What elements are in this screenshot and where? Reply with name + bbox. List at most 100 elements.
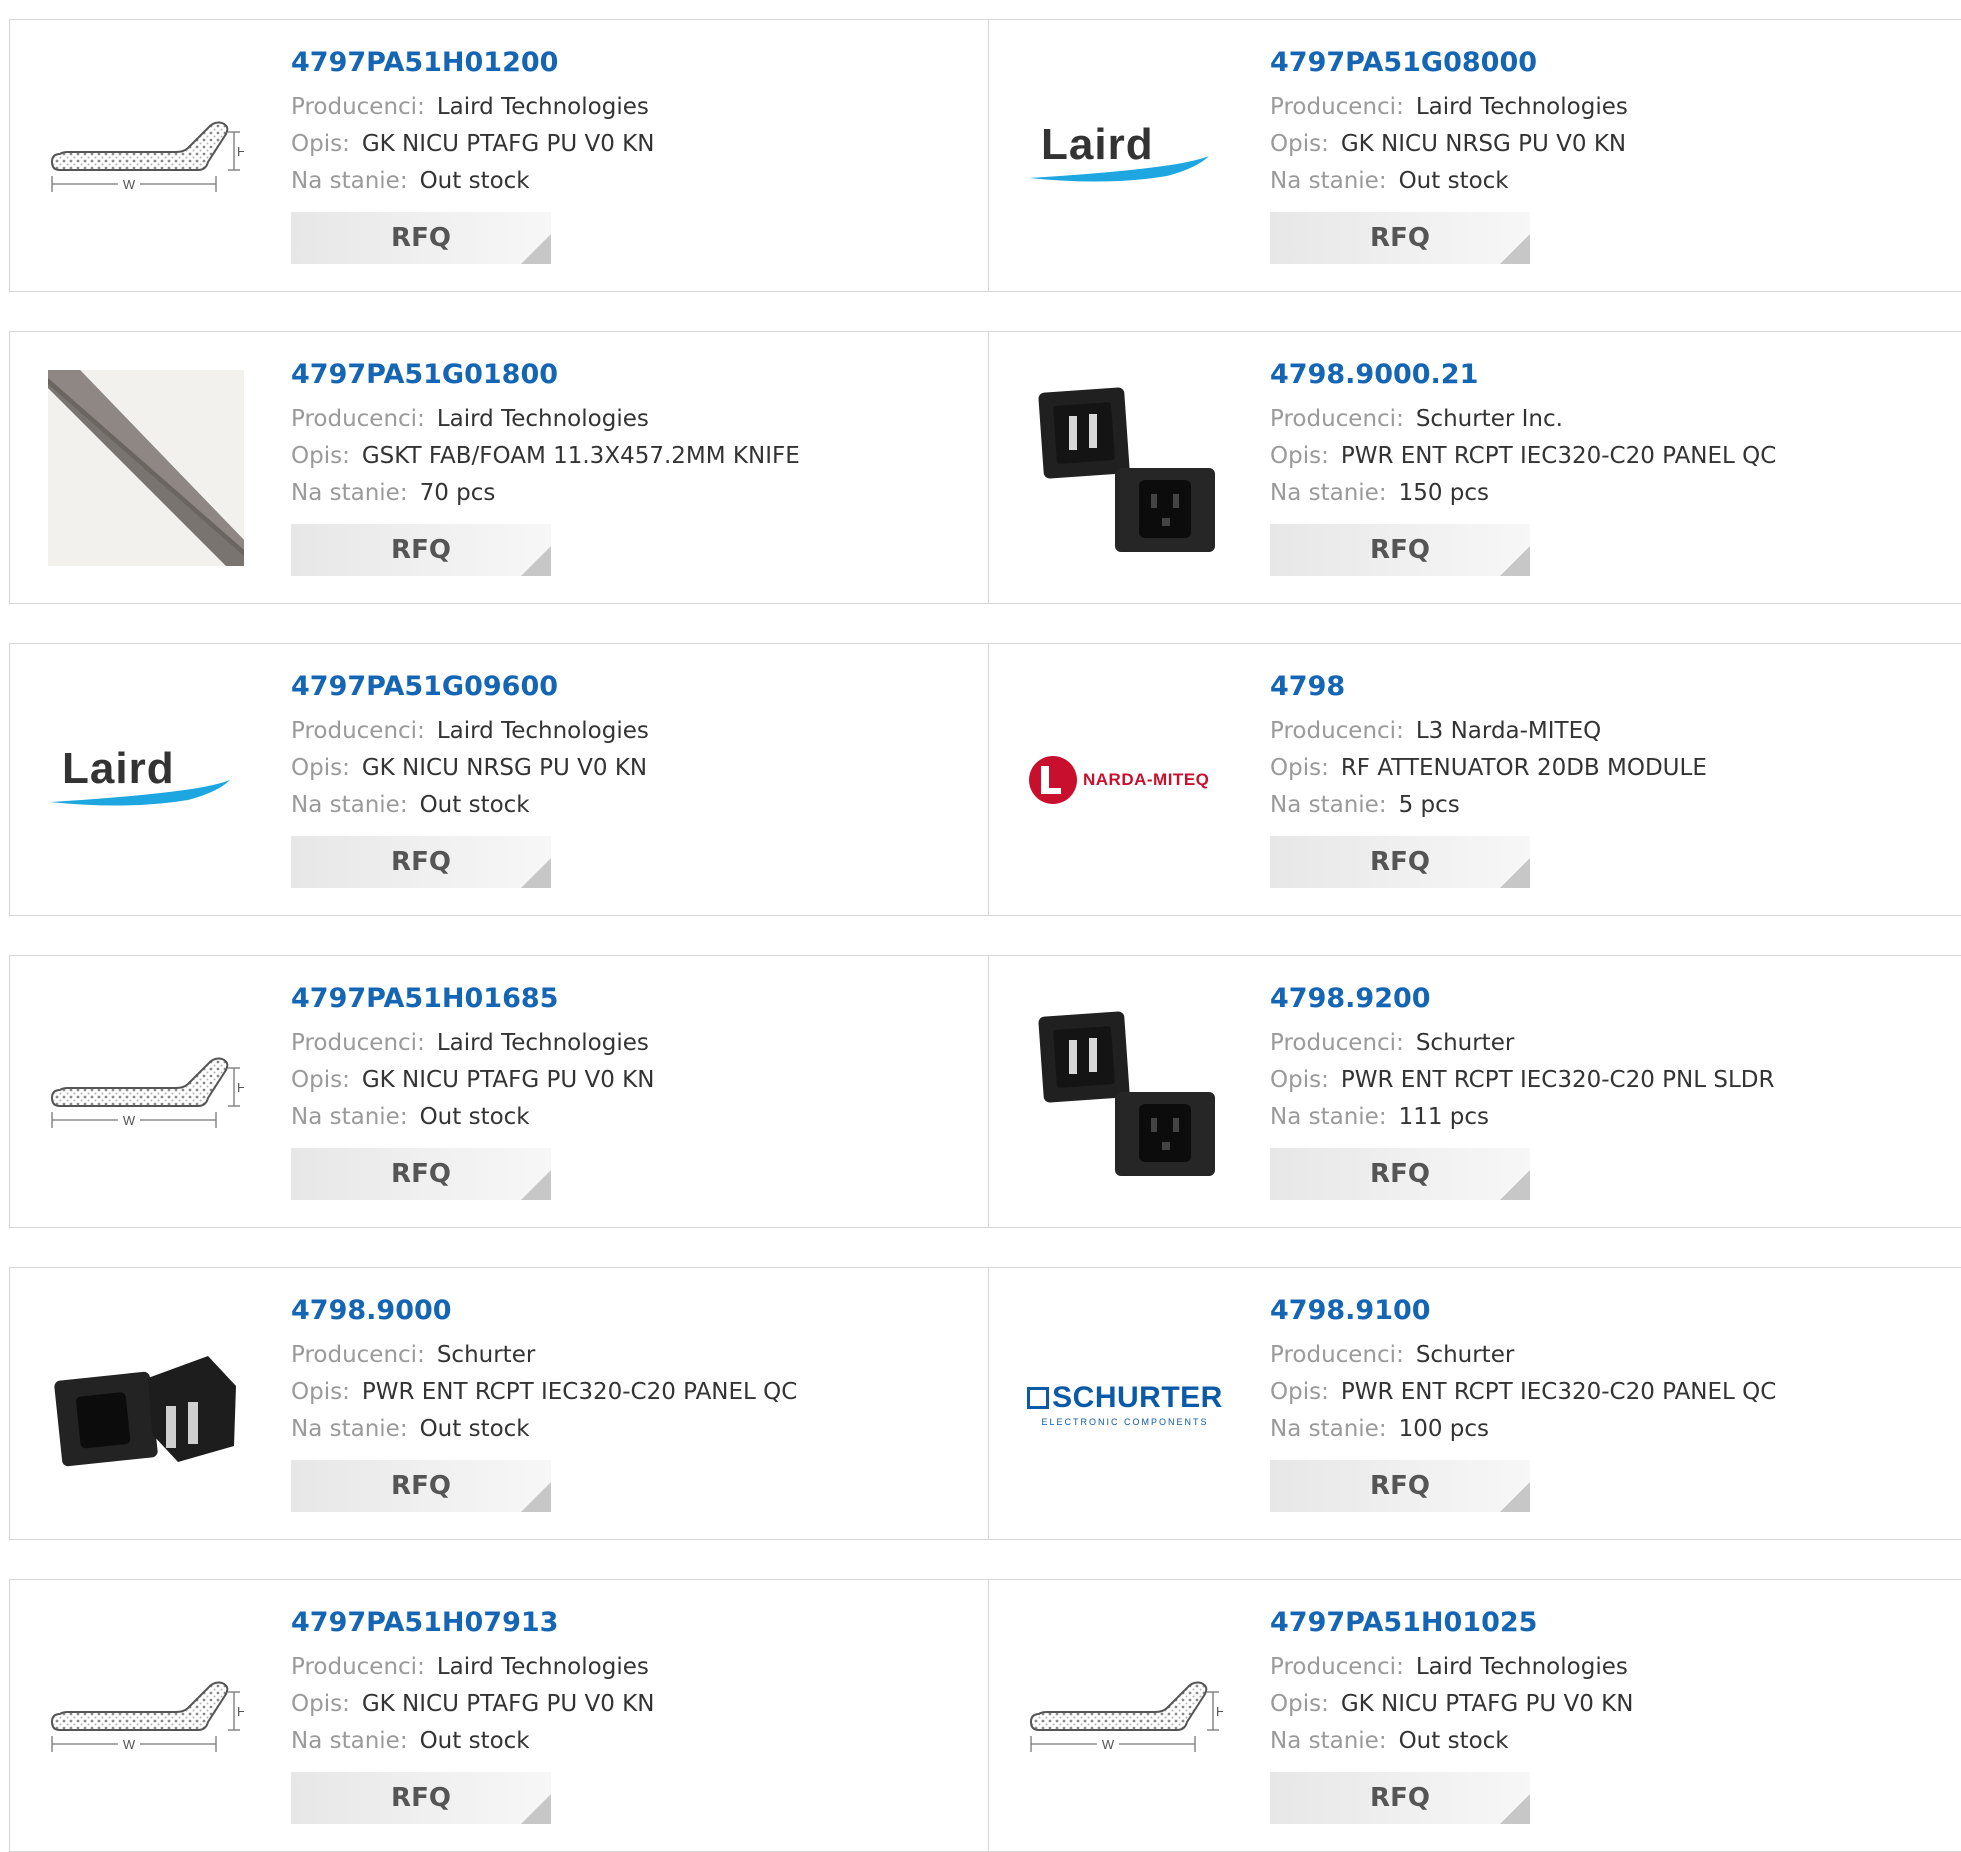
description-value: GK NICU PTAFG PU V0 KN xyxy=(361,131,655,157)
product-image[interactable]: SCHURTER ELECTRONIC COMPONENTS xyxy=(1027,1306,1223,1502)
product-image[interactable]: W H xyxy=(48,994,244,1190)
product-card: W H 4797PA51H01685 Producenci: Laird Tech… xyxy=(10,956,988,1227)
rfq-button[interactable]: RFQ xyxy=(1270,836,1530,888)
product-image[interactable] xyxy=(1027,370,1223,566)
manufacturer-row: Producenci: Schurter xyxy=(1270,1337,1776,1374)
rfq-button[interactable]: RFQ xyxy=(291,524,551,576)
corner-triangle-icon xyxy=(1500,1170,1530,1200)
product-card: W H 4797PA51H01200 Producenci: Laird Tech… xyxy=(10,20,988,291)
part-number-link[interactable]: 4798.9200 xyxy=(1270,982,1774,1016)
product-image[interactable]: NARDA-MITEQ xyxy=(1027,682,1223,878)
svg-text:W: W xyxy=(1102,1737,1115,1752)
product-row: 4797PA51G01800 Producenci: Laird Technolo… xyxy=(9,331,1961,604)
rfq-button[interactable]: RFQ xyxy=(1270,1148,1530,1200)
product-image[interactable]: Laird xyxy=(1027,58,1223,254)
description-value: GK NICU PTAFG PU V0 KN xyxy=(361,1067,655,1093)
stock-row: Na stanie: Out stock xyxy=(1270,163,1628,200)
stock-row: Na stanie: Out stock xyxy=(1270,1723,1633,1760)
description-label: Opis: xyxy=(1270,443,1329,469)
rfq-button[interactable]: RFQ xyxy=(291,1772,551,1824)
description-value: PWR ENT RCPT IEC320-C20 PNL SLDR xyxy=(1340,1067,1775,1093)
gasket-profile-drawing-icon: W H xyxy=(50,121,244,192)
manufacturer-label: Producenci: xyxy=(291,1342,425,1368)
stock-value: Out stock xyxy=(419,1416,530,1442)
rfq-button-label: RFQ xyxy=(391,1471,451,1501)
product-info: 4797PA51H01200 Producenci: Laird Technolo… xyxy=(291,46,654,264)
description-value: GK NICU NRSG PU V0 KN xyxy=(1340,131,1627,157)
stock-row: Na stanie: 5 pcs xyxy=(1270,787,1707,824)
manufacturer-value: Schurter xyxy=(1415,1030,1515,1056)
product-info: 4798.9100 Producenci: Schurter Opis: PWR E… xyxy=(1270,1294,1776,1512)
stock-label: Na stanie: xyxy=(1270,1104,1387,1130)
product-card: Laird 4797PA51G09600 Producenci: Laird Te… xyxy=(10,644,988,915)
product-image[interactable]: W H xyxy=(48,58,244,254)
part-number-link[interactable]: 4797PA51G09600 xyxy=(291,670,649,704)
description-value: PWR ENT RCPT IEC320-C20 PANEL QC xyxy=(1340,443,1777,469)
stock-label: Na stanie: xyxy=(1270,1728,1387,1754)
description-label: Opis: xyxy=(291,1067,350,1093)
rfq-button[interactable]: RFQ xyxy=(1270,1772,1530,1824)
gasket-strip-photo-icon xyxy=(48,370,244,566)
stock-value: 70 pcs xyxy=(419,480,496,506)
manufacturer-label: Producenci: xyxy=(291,1654,425,1680)
manufacturer-label: Producenci: xyxy=(1270,1654,1404,1680)
stock-label: Na stanie: xyxy=(1270,792,1387,818)
part-number-link[interactable]: 4797PA51H01025 xyxy=(1270,1606,1633,1640)
stock-label: Na stanie: xyxy=(291,1104,408,1130)
rfq-button[interactable]: RFQ xyxy=(291,1460,551,1512)
rfq-button[interactable]: RFQ xyxy=(1270,524,1530,576)
product-card: 4798.9000 Producenci: Schurter Opis: PWR E… xyxy=(10,1268,988,1539)
stock-label: Na stanie: xyxy=(291,1728,408,1754)
corner-triangle-icon xyxy=(1500,546,1530,576)
manufacturer-row: Producenci: Laird Technologies xyxy=(291,1025,654,1062)
rfq-button-label: RFQ xyxy=(1370,1159,1430,1189)
gasket-profile-drawing-icon: W H xyxy=(50,1057,244,1128)
stock-row: Na stanie: 70 pcs xyxy=(291,475,800,512)
description-label: Opis: xyxy=(1270,131,1329,157)
product-row: Laird 4797PA51G09600 Producenci: Laird Te… xyxy=(9,643,1961,916)
rfq-button[interactable]: RFQ xyxy=(291,212,551,264)
description-row: Opis: GK NICU NRSG PU V0 KN xyxy=(1270,126,1628,163)
manufacturer-row: Producenci: Schurter xyxy=(291,1337,797,1374)
part-number-link[interactable]: 4798.9000 xyxy=(291,1294,797,1328)
rfq-button[interactable]: RFQ xyxy=(291,1148,551,1200)
manufacturer-label: Producenci: xyxy=(1270,1030,1404,1056)
manufacturer-value: Schurter xyxy=(1415,1342,1515,1368)
rfq-button[interactable]: RFQ xyxy=(291,836,551,888)
description-label: Opis: xyxy=(291,755,350,781)
part-number-link[interactable]: 4798.9100 xyxy=(1270,1294,1776,1328)
part-number-link[interactable]: 4797PA51G08000 xyxy=(1270,46,1628,80)
product-image[interactable] xyxy=(48,370,244,566)
stock-label: Na stanie: xyxy=(291,792,408,818)
part-number-link[interactable]: 4797PA51G01800 xyxy=(291,358,800,392)
rfq-button-label: RFQ xyxy=(391,1783,451,1813)
laird-logo-icon: Laird xyxy=(48,740,244,820)
product-image[interactable]: W H xyxy=(48,1618,244,1814)
rfq-button[interactable]: RFQ xyxy=(1270,1460,1530,1512)
rfq-button-label: RFQ xyxy=(1370,223,1430,253)
part-number-link[interactable]: 4797PA51H07913 xyxy=(291,1606,654,1640)
stock-row: Na stanie: Out stock xyxy=(291,163,654,200)
stock-value: Out stock xyxy=(419,168,530,194)
product-image[interactable] xyxy=(1027,994,1223,1190)
manufacturer-value: L3 Narda-MITEQ xyxy=(1415,718,1602,744)
stock-row: Na stanie: Out stock xyxy=(291,1099,654,1136)
part-number-link[interactable]: 4798.9000.21 xyxy=(1270,358,1776,392)
product-info: 4797PA51G01800 Producenci: Laird Technolo… xyxy=(291,358,800,576)
rfq-button[interactable]: RFQ xyxy=(1270,212,1530,264)
product-image[interactable]: W H xyxy=(1027,1618,1223,1814)
product-info: 4798 Producenci: L3 Narda-MITEQ Opis: RF A… xyxy=(1270,670,1707,888)
part-number-link[interactable]: 4797PA51H01200 xyxy=(291,46,654,80)
stock-value: 100 pcs xyxy=(1398,1416,1490,1442)
description-label: Opis: xyxy=(1270,755,1329,781)
product-card: W H 4797PA51H01025 Producenci: Laird Tech… xyxy=(988,1580,1961,1851)
svg-text:H: H xyxy=(237,1080,244,1095)
part-number-link[interactable]: 4797PA51H01685 xyxy=(291,982,654,1016)
manufacturer-row: Producenci: Laird Technologies xyxy=(1270,89,1628,126)
product-row: W H 4797PA51H01685 Producenci: Laird Tech… xyxy=(9,955,1961,1228)
product-image[interactable] xyxy=(48,1306,244,1502)
product-info: 4797PA51H01685 Producenci: Laird Technolo… xyxy=(291,982,654,1200)
manufacturer-label: Producenci: xyxy=(1270,94,1404,120)
part-number-link[interactable]: 4798 xyxy=(1270,670,1707,704)
product-image[interactable]: Laird xyxy=(48,682,244,878)
